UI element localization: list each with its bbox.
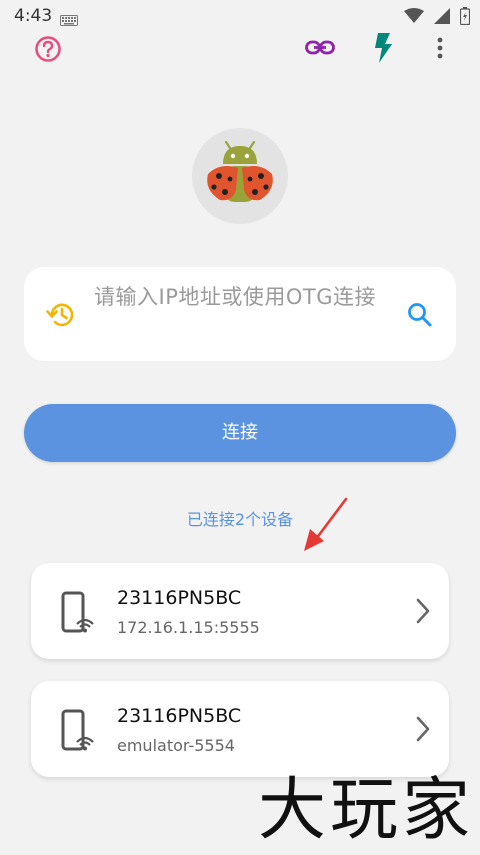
connect-button[interactable]: 连接 [24, 404, 456, 462]
keyboard-icon [60, 11, 78, 30]
history-icon[interactable] [46, 301, 76, 333]
more-vertical-icon[interactable] [428, 36, 452, 64]
wifi-icon [404, 8, 424, 28]
device-name: 23116PN5BC [117, 705, 242, 727]
search-input[interactable]: 请输入IP地址或使用OTG连接 [94, 280, 394, 314]
signal-icon [434, 8, 450, 28]
chevron-right-icon[interactable] [415, 716, 431, 746]
status-bar: 4:43 [0, 0, 480, 32]
watermark: 大玩家 [257, 771, 474, 850]
device-address: emulator-5554 [117, 736, 235, 755]
device-name: 23116PN5BC [117, 587, 242, 609]
device-list-item[interactable]: 23116PN5BC 172.16.1.15:5555 [31, 563, 449, 659]
status-time: 4:43 [14, 6, 53, 26]
connected-devices-count: 已连接2个设备 [186, 510, 294, 529]
device-list-item[interactable]: 23116PN5BC emulator-5554 [31, 681, 449, 777]
help-icon[interactable] [34, 35, 62, 67]
link-icon[interactable] [305, 36, 335, 64]
arrow-annotation-icon [300, 495, 352, 559]
chevron-right-icon[interactable] [415, 598, 431, 628]
search-card: 请输入IP地址或使用OTG连接 [24, 267, 456, 361]
phone-wifi-icon [59, 591, 95, 639]
app-logo [192, 128, 288, 224]
device-address: 172.16.1.15:5555 [117, 618, 260, 637]
phone-wifi-icon [59, 709, 95, 757]
search-icon[interactable] [406, 301, 434, 333]
battery-icon [459, 7, 471, 29]
ladybug-android-icon [207, 140, 273, 202]
flash-icon[interactable] [372, 33, 394, 67]
